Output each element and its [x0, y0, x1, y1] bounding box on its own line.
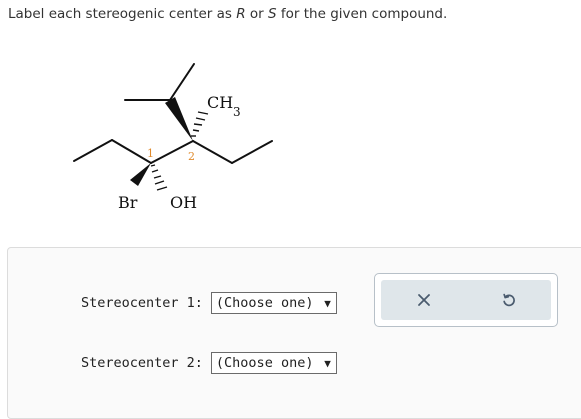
stereocenter-1-value: (Choose one)	[215, 295, 314, 311]
close-icon	[417, 294, 430, 306]
hash-bond-oh	[150, 164, 168, 191]
wedge-bond-br	[130, 163, 151, 186]
bond-ethyl-left-b	[111, 139, 152, 164]
bond-ethyl-right-b	[231, 140, 273, 164]
stereocenter-1-label: Stereocenter 1:	[81, 295, 203, 311]
center-2-number: 2	[188, 150, 195, 163]
stereocenter-1-row: Stereocenter 1: (Choose one) ▼	[81, 292, 337, 314]
stereocenter-2-value: (Choose one)	[215, 355, 314, 371]
methyl-label: CH	[207, 93, 233, 112]
wedge-bond-isopropyl	[165, 97, 193, 141]
bromine-label: Br	[118, 193, 138, 212]
bond-isopropyl-up	[169, 63, 195, 101]
clear-button[interactable]	[412, 288, 436, 312]
hash-bond-ch3	[191, 111, 209, 137]
stereocenter-2-label: Stereocenter 2:	[81, 355, 203, 371]
stereocenter-2-select[interactable]: (Choose one) ▼	[210, 352, 337, 374]
undo-button[interactable]	[497, 288, 521, 312]
bond-c1-c2	[150, 140, 194, 164]
dropdown-arrow-icon: ▼	[324, 296, 331, 310]
methyl-subscript: 3	[233, 105, 241, 119]
bond-ethyl-right-a	[192, 140, 233, 164]
dropdown-arrow-icon: ▼	[324, 356, 331, 370]
stereocenter-2-row: Stereocenter 2: (Choose one) ▼	[81, 352, 337, 374]
center-1-number: 1	[147, 147, 154, 160]
undo-icon	[502, 293, 515, 307]
molecule-structure: CH 3 Br OH 1 2	[73, 63, 273, 212]
action-buttons	[374, 273, 558, 327]
action-buttons-bar	[381, 280, 551, 320]
bond-ethyl-left-a	[73, 139, 113, 162]
stereocenter-1-select[interactable]: (Choose one) ▼	[210, 292, 337, 314]
hydroxyl-label: OH	[170, 193, 197, 212]
